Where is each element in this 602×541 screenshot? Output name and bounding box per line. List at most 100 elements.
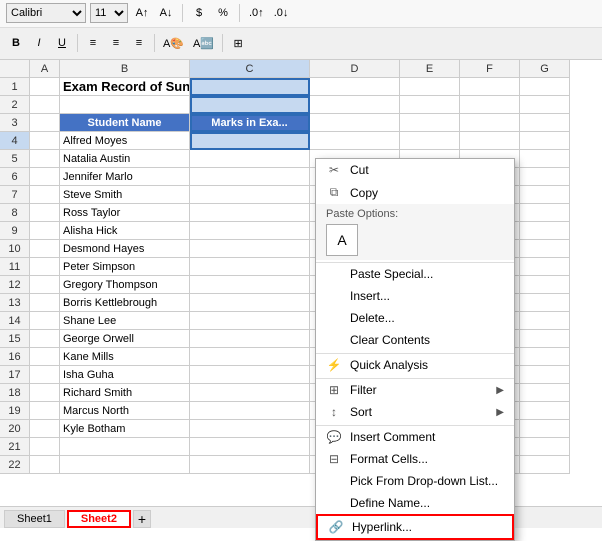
add-sheet-button[interactable]: +	[133, 510, 151, 528]
cell-d2[interactable]	[310, 96, 400, 114]
cell-g15[interactable]	[520, 330, 570, 348]
row-header-11[interactable]: 11	[0, 258, 30, 276]
cell-e4[interactable]	[400, 132, 460, 150]
font-color-button[interactable]: A🔤	[190, 33, 217, 53]
cell-d4[interactable]	[310, 132, 400, 150]
context-menu-define-name[interactable]: Define Name...	[316, 492, 514, 514]
row-header-22[interactable]: 22	[0, 456, 30, 474]
row-header-14[interactable]: 14	[0, 312, 30, 330]
cell-g18[interactable]	[520, 384, 570, 402]
cell-g3[interactable]	[520, 114, 570, 132]
context-menu-pick-dropdown[interactable]: Pick From Drop-down List...	[316, 470, 514, 492]
cell-c1[interactable]	[190, 78, 310, 96]
row-header-17[interactable]: 17	[0, 366, 30, 384]
align-left-button[interactable]: ≡	[83, 33, 103, 53]
italic-button[interactable]: I	[29, 33, 49, 53]
cell-a1[interactable]	[30, 78, 60, 96]
decimal-decrease-button[interactable]: .0↓	[271, 3, 292, 23]
cell-b15[interactable]: George Orwell	[60, 330, 190, 348]
cell-a6[interactable]	[30, 168, 60, 186]
cell-a19[interactable]	[30, 402, 60, 420]
font-size-select[interactable]: 11	[90, 3, 128, 23]
cell-b22[interactable]	[60, 456, 190, 474]
cell-b7[interactable]: Steve Smith	[60, 186, 190, 204]
cell-a22[interactable]	[30, 456, 60, 474]
cell-c9[interactable]	[190, 222, 310, 240]
cell-a15[interactable]	[30, 330, 60, 348]
cell-a20[interactable]	[30, 420, 60, 438]
context-menu-hyperlink[interactable]: 🔗 Hyperlink...	[316, 514, 514, 540]
cell-c16[interactable]	[190, 348, 310, 366]
cell-a16[interactable]	[30, 348, 60, 366]
cell-a8[interactable]	[30, 204, 60, 222]
cell-a5[interactable]	[30, 150, 60, 168]
row-header-12[interactable]: 12	[0, 276, 30, 294]
cell-c4[interactable]	[190, 132, 310, 150]
cell-g12[interactable]	[520, 276, 570, 294]
cell-e1[interactable]	[400, 78, 460, 96]
cell-f3[interactable]	[460, 114, 520, 132]
cell-a7[interactable]	[30, 186, 60, 204]
context-menu-format-cells[interactable]: ⊟ Format Cells...	[316, 448, 514, 470]
col-header-g[interactable]: G	[520, 60, 570, 78]
cell-a9[interactable]	[30, 222, 60, 240]
cell-c20[interactable]	[190, 420, 310, 438]
context-menu-delete[interactable]: Delete...	[316, 307, 514, 329]
col-header-f[interactable]: F	[460, 60, 520, 78]
cell-b10[interactable]: Desmond Hayes	[60, 240, 190, 258]
cell-c22[interactable]	[190, 456, 310, 474]
context-menu-insert[interactable]: Insert...	[316, 285, 514, 307]
cell-b3[interactable]: Student Name	[60, 114, 190, 132]
cell-g1[interactable]	[520, 78, 570, 96]
cell-a13[interactable]	[30, 294, 60, 312]
grow-font-button[interactable]: A↑	[132, 3, 152, 23]
cell-c6[interactable]	[190, 168, 310, 186]
cell-c8[interactable]	[190, 204, 310, 222]
cell-b20[interactable]: Kyle Botham	[60, 420, 190, 438]
cell-b2[interactable]	[60, 96, 190, 114]
cell-f2[interactable]	[460, 96, 520, 114]
cell-b21[interactable]	[60, 438, 190, 456]
bold-button[interactable]: B	[6, 33, 26, 53]
row-header-6[interactable]: 6	[0, 168, 30, 186]
currency-button[interactable]: $	[189, 3, 209, 23]
cell-d1[interactable]	[310, 78, 400, 96]
cell-g22[interactable]	[520, 456, 570, 474]
cell-g16[interactable]	[520, 348, 570, 366]
underline-button[interactable]: U	[52, 33, 72, 53]
cell-g7[interactable]	[520, 186, 570, 204]
cell-b16[interactable]: Kane Mills	[60, 348, 190, 366]
cell-c19[interactable]	[190, 402, 310, 420]
context-menu-cut[interactable]: ✂ Cut	[316, 159, 514, 181]
cell-g14[interactable]	[520, 312, 570, 330]
tab-sheet2[interactable]: Sheet2	[67, 510, 131, 528]
cell-b13[interactable]: Borris Kettlebrough	[60, 294, 190, 312]
cell-g19[interactable]	[520, 402, 570, 420]
cell-g11[interactable]	[520, 258, 570, 276]
cell-b19[interactable]: Marcus North	[60, 402, 190, 420]
cell-g10[interactable]	[520, 240, 570, 258]
cell-g20[interactable]	[520, 420, 570, 438]
row-header-9[interactable]: 9	[0, 222, 30, 240]
cell-g5[interactable]	[520, 150, 570, 168]
row-header-16[interactable]: 16	[0, 348, 30, 366]
cell-a12[interactable]	[30, 276, 60, 294]
row-header-15[interactable]: 15	[0, 330, 30, 348]
row-header-8[interactable]: 8	[0, 204, 30, 222]
col-header-a[interactable]: A	[30, 60, 60, 78]
row-header-18[interactable]: 18	[0, 384, 30, 402]
shrink-font-button[interactable]: A↓	[156, 3, 176, 23]
context-menu-sort[interactable]: ↕ Sort ▶	[316, 401, 514, 423]
cell-a3[interactable]	[30, 114, 60, 132]
row-header-19[interactable]: 19	[0, 402, 30, 420]
cell-b4[interactable]: Alfred Moyes	[60, 132, 190, 150]
cell-g8[interactable]	[520, 204, 570, 222]
cell-c12[interactable]	[190, 276, 310, 294]
context-menu-filter[interactable]: ⊞ Filter ▶	[316, 378, 514, 401]
context-menu-insert-comment[interactable]: 💬 Insert Comment	[316, 425, 514, 448]
row-header-4[interactable]: 4	[0, 132, 30, 150]
cell-a17[interactable]	[30, 366, 60, 384]
cell-b17[interactable]: Isha Guha	[60, 366, 190, 384]
percent-button[interactable]: %	[213, 3, 233, 23]
cell-b8[interactable]: Ross Taylor	[60, 204, 190, 222]
